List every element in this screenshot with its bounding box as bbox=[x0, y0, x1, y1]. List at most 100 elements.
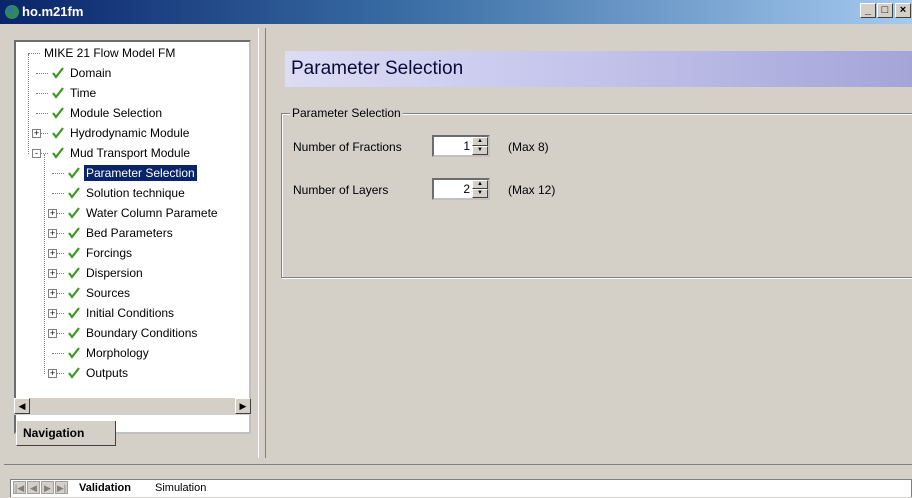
tree-item-label: Forcings bbox=[86, 246, 133, 260]
scroll-left-icon[interactable]: ◀ bbox=[14, 398, 30, 414]
page-title: Parameter Selection bbox=[291, 58, 464, 79]
next-tab-icon[interactable]: ▶ bbox=[41, 481, 54, 494]
expand-icon[interactable]: + bbox=[48, 229, 57, 238]
layers-down-icon[interactable]: ▼ bbox=[472, 189, 488, 198]
maximize-button[interactable]: □ bbox=[877, 3, 893, 18]
expand-icon[interactable]: + bbox=[48, 269, 57, 278]
tab-simulation[interactable]: Simulation bbox=[149, 480, 212, 496]
layers-max: (Max 12) bbox=[508, 183, 556, 197]
tree-item[interactable]: MIKE 21 Flow Model FM bbox=[16, 44, 249, 64]
app-icon bbox=[5, 5, 19, 19]
tree-item[interactable]: + Boundary Conditions bbox=[16, 324, 249, 344]
prev-tab-icon[interactable]: ◀ bbox=[27, 481, 40, 494]
tree-item[interactable]: + Dispersion bbox=[16, 264, 249, 284]
tree-item[interactable]: Domain bbox=[16, 64, 249, 84]
tree-item-label: Initial Conditions bbox=[86, 306, 175, 320]
content-panel: Parameter Selection Parameter Selection … bbox=[266, 38, 912, 458]
expand-icon[interactable]: + bbox=[48, 209, 57, 218]
tree-item[interactable]: + Bed Parameters bbox=[16, 224, 249, 244]
title-bar: ho.m21fm _ □ × bbox=[0, 0, 912, 24]
tree-item[interactable]: + Sources bbox=[16, 284, 249, 304]
bottom-tab-area: |◀ ◀ ▶ ▶| Validation Simulation bbox=[4, 464, 912, 498]
tree-connector bbox=[52, 193, 64, 194]
tree-item[interactable]: + Forcings bbox=[16, 244, 249, 264]
check-icon bbox=[52, 127, 64, 139]
expand-icon[interactable]: + bbox=[32, 129, 41, 138]
tree-item-label: Bed Parameters bbox=[86, 226, 173, 240]
check-icon bbox=[68, 267, 80, 279]
tree-connector bbox=[52, 173, 64, 174]
tree-item-label: Morphology bbox=[86, 346, 149, 360]
tree-item[interactable]: Module Selection bbox=[16, 104, 249, 124]
check-icon bbox=[68, 207, 80, 219]
window-title: ho.m21fm bbox=[22, 4, 84, 19]
tree-item-label: MIKE 21 Flow Model FM bbox=[44, 46, 176, 60]
navigation-tree[interactable]: MIKE 21 Flow Model FM Domain Time Module Se… bbox=[14, 40, 251, 434]
bottom-tab-strip: |◀ ◀ ▶ ▶| Validation Simulation bbox=[10, 479, 912, 497]
check-icon bbox=[68, 287, 80, 299]
tree-item-label: Sources bbox=[86, 286, 131, 300]
check-icon bbox=[68, 327, 80, 339]
check-icon bbox=[52, 107, 64, 119]
collapse-icon[interactable]: - bbox=[32, 149, 41, 158]
fractions-down-icon[interactable]: ▼ bbox=[472, 146, 488, 155]
tree-item[interactable]: + Outputs bbox=[16, 364, 249, 384]
tree-item[interactable]: + Initial Conditions bbox=[16, 304, 249, 324]
tree-item[interactable]: + Water Column Paramete bbox=[16, 204, 249, 224]
tree-item-label: Hydrodynamic Module bbox=[70, 126, 190, 140]
group-label: Parameter Selection bbox=[290, 106, 403, 120]
tree-item-label: Domain bbox=[70, 66, 112, 80]
tree-connector bbox=[36, 113, 48, 114]
tree-item-label: Water Column Paramete bbox=[86, 206, 218, 220]
tree-connector bbox=[44, 154, 45, 374]
parameter-group: Parameter Selection Number of Fractions … bbox=[281, 106, 912, 278]
tree-connector bbox=[36, 93, 48, 94]
check-icon bbox=[68, 307, 80, 319]
tree-item[interactable]: + Hydrodynamic Module bbox=[16, 124, 249, 144]
check-icon bbox=[52, 147, 64, 159]
fractions-up-icon[interactable]: ▲ bbox=[472, 137, 488, 146]
tree-item[interactable]: Solution technique bbox=[16, 184, 249, 204]
check-icon bbox=[68, 227, 80, 239]
check-icon bbox=[52, 67, 64, 79]
tree-item-label: Parameter Selection bbox=[83, 164, 198, 182]
tree-connector bbox=[28, 53, 40, 54]
close-button[interactable]: × bbox=[895, 3, 911, 18]
navigation-panel: MIKE 21 Flow Model FM Domain Time Module Se… bbox=[4, 28, 262, 458]
tree-item[interactable]: Time bbox=[16, 84, 249, 104]
tree-item-label: Module Selection bbox=[70, 106, 163, 120]
scroll-right-icon[interactable]: ▶ bbox=[235, 398, 251, 414]
expand-icon[interactable]: + bbox=[48, 249, 57, 258]
tree-item[interactable]: - Mud Transport Module bbox=[16, 144, 249, 164]
tree-connector bbox=[36, 73, 48, 74]
first-tab-icon[interactable]: |◀ bbox=[13, 481, 26, 494]
check-icon bbox=[68, 347, 80, 359]
check-icon bbox=[68, 167, 80, 179]
expand-icon[interactable]: + bbox=[48, 309, 57, 318]
check-icon bbox=[52, 87, 64, 99]
tree-item[interactable]: Morphology bbox=[16, 344, 249, 364]
tree-item-label: Time bbox=[70, 86, 97, 100]
layers-value: 2 bbox=[463, 182, 470, 196]
check-icon bbox=[68, 367, 80, 379]
layers-up-icon[interactable]: ▲ bbox=[472, 180, 488, 189]
fractions-stepper[interactable]: 1 ▲ ▼ bbox=[432, 135, 490, 157]
expand-icon[interactable]: + bbox=[48, 289, 57, 298]
expand-icon[interactable]: + bbox=[48, 329, 57, 338]
layers-stepper[interactable]: 2 ▲ ▼ bbox=[432, 178, 490, 200]
minimize-button[interactable]: _ bbox=[860, 3, 876, 18]
horizontal-scrollbar[interactable]: ◀ ▶ bbox=[14, 398, 251, 415]
fractions-label: Number of Fractions bbox=[293, 140, 402, 154]
main-frame: MIKE 21 Flow Model FM Domain Time Module Se… bbox=[4, 28, 912, 461]
tab-validation[interactable]: Validation bbox=[73, 480, 137, 496]
tree-item-label: Boundary Conditions bbox=[86, 326, 198, 340]
tree-connector bbox=[28, 54, 29, 154]
header-bar: Parameter Selection bbox=[285, 51, 912, 87]
check-icon bbox=[68, 247, 80, 259]
panel-splitter[interactable] bbox=[258, 28, 266, 458]
tree-item[interactable]: Parameter Selection bbox=[16, 164, 249, 184]
expand-icon[interactable]: + bbox=[48, 369, 57, 378]
tree-connector bbox=[52, 353, 64, 354]
last-tab-icon[interactable]: ▶| bbox=[55, 481, 68, 494]
tab-navigation[interactable]: Navigation bbox=[16, 421, 116, 446]
